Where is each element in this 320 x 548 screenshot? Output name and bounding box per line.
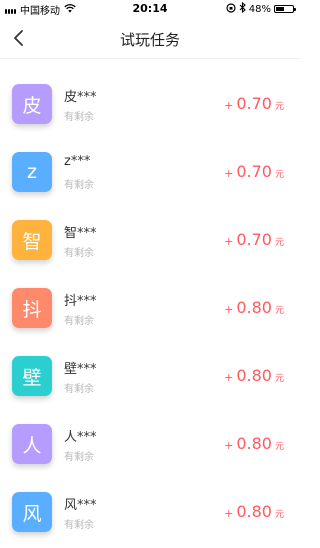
task-name: 风*** <box>64 498 97 513</box>
reward-unit: 元 <box>274 510 284 520</box>
task-name: 人*** <box>64 430 97 445</box>
reward-amount: 0.80 <box>236 434 272 453</box>
reward-unit: 元 <box>274 442 284 452</box>
reward-amount: 0.80 <box>236 502 272 521</box>
task-status: 有剩余 <box>64 316 94 327</box>
app-icon: 智 <box>12 220 52 260</box>
task-status: 有剩余 <box>64 520 94 531</box>
reward: +0.80 元 <box>224 298 284 317</box>
task-status: 有剩余 <box>64 248 94 259</box>
reward-unit: 元 <box>274 374 284 384</box>
task-name: 抖*** <box>64 294 97 309</box>
reward-unit: 元 <box>274 238 284 248</box>
reward-unit: 元 <box>274 170 284 180</box>
task-item[interactable]: 壁壁*** 有剩余 +0.80 元 <box>0 344 300 412</box>
reward-prefix: + <box>224 303 234 316</box>
reward-amount: 0.80 <box>236 366 272 385</box>
reward: +0.80 元 <box>224 366 284 385</box>
task-name: z*** <box>64 154 91 169</box>
status-bar: 中国移动 20:14 48% <box>0 0 300 18</box>
battery-icon <box>274 5 296 13</box>
nav-bar: 试玩任务 <box>0 18 300 59</box>
task-item[interactable]: z z*** 有剩余 +0.70 元 <box>0 140 300 208</box>
reward: +0.80 元 <box>224 502 284 521</box>
task-status: 有剩余 <box>64 112 94 123</box>
battery-fill <box>276 7 284 11</box>
reward: +0.80 元 <box>224 434 284 453</box>
task-name: 皮*** <box>64 90 97 105</box>
status-right: 48% <box>226 1 296 16</box>
app-icon: 抖 <box>12 288 52 328</box>
app-icon: 风 <box>12 492 52 532</box>
reward-prefix: + <box>224 507 234 520</box>
task-item[interactable]: 人人*** 有剩余 +0.80 元 <box>0 412 300 480</box>
reward-unit: 元 <box>274 306 284 316</box>
orientation-lock-icon <box>226 2 236 16</box>
reward-prefix: + <box>224 439 234 452</box>
app-icon: z <box>12 152 52 192</box>
app-icon: 人 <box>12 424 52 464</box>
task-list: 皮皮*** 有剩余 +0.70 元 z z*** 有剩余 +0.70 元智智*** 有剩余 +0.7… <box>0 72 300 548</box>
task-status: 有剩余 <box>64 180 94 191</box>
reward-prefix: + <box>224 167 234 180</box>
app-icon: 壁 <box>12 356 52 396</box>
reward-amount: 0.70 <box>236 162 272 181</box>
battery-percent: 48% <box>248 3 271 15</box>
task-status: 有剩余 <box>64 384 94 395</box>
task-item[interactable]: 抖抖*** 有剩余 +0.80 元 <box>0 276 300 344</box>
task-item[interactable]: 智智*** 有剩余 +0.70 元 <box>0 208 300 276</box>
bluetooth-icon <box>239 1 246 16</box>
task-status: 有剩余 <box>64 452 94 463</box>
task-item[interactable]: 皮皮*** 有剩余 +0.70 元 <box>0 72 300 140</box>
app-icon: 皮 <box>12 84 52 124</box>
page-title: 试玩任务 <box>119 31 180 49</box>
reward: +0.70 元 <box>224 162 284 181</box>
reward-unit: 元 <box>274 102 284 112</box>
task-item[interactable]: 风风*** 有剩余 +0.80 元 <box>0 480 300 548</box>
reward-amount: 0.70 <box>236 94 272 113</box>
reward: +0.70 元 <box>224 94 284 113</box>
task-name: 壁*** <box>64 362 97 377</box>
reward-amount: 0.70 <box>236 230 272 249</box>
reward-prefix: + <box>224 371 234 384</box>
reward-prefix: + <box>224 99 234 112</box>
reward-prefix: + <box>224 235 234 248</box>
reward: +0.70 元 <box>224 230 284 249</box>
reward-amount: 0.80 <box>236 298 272 317</box>
task-name: 智*** <box>64 226 97 241</box>
